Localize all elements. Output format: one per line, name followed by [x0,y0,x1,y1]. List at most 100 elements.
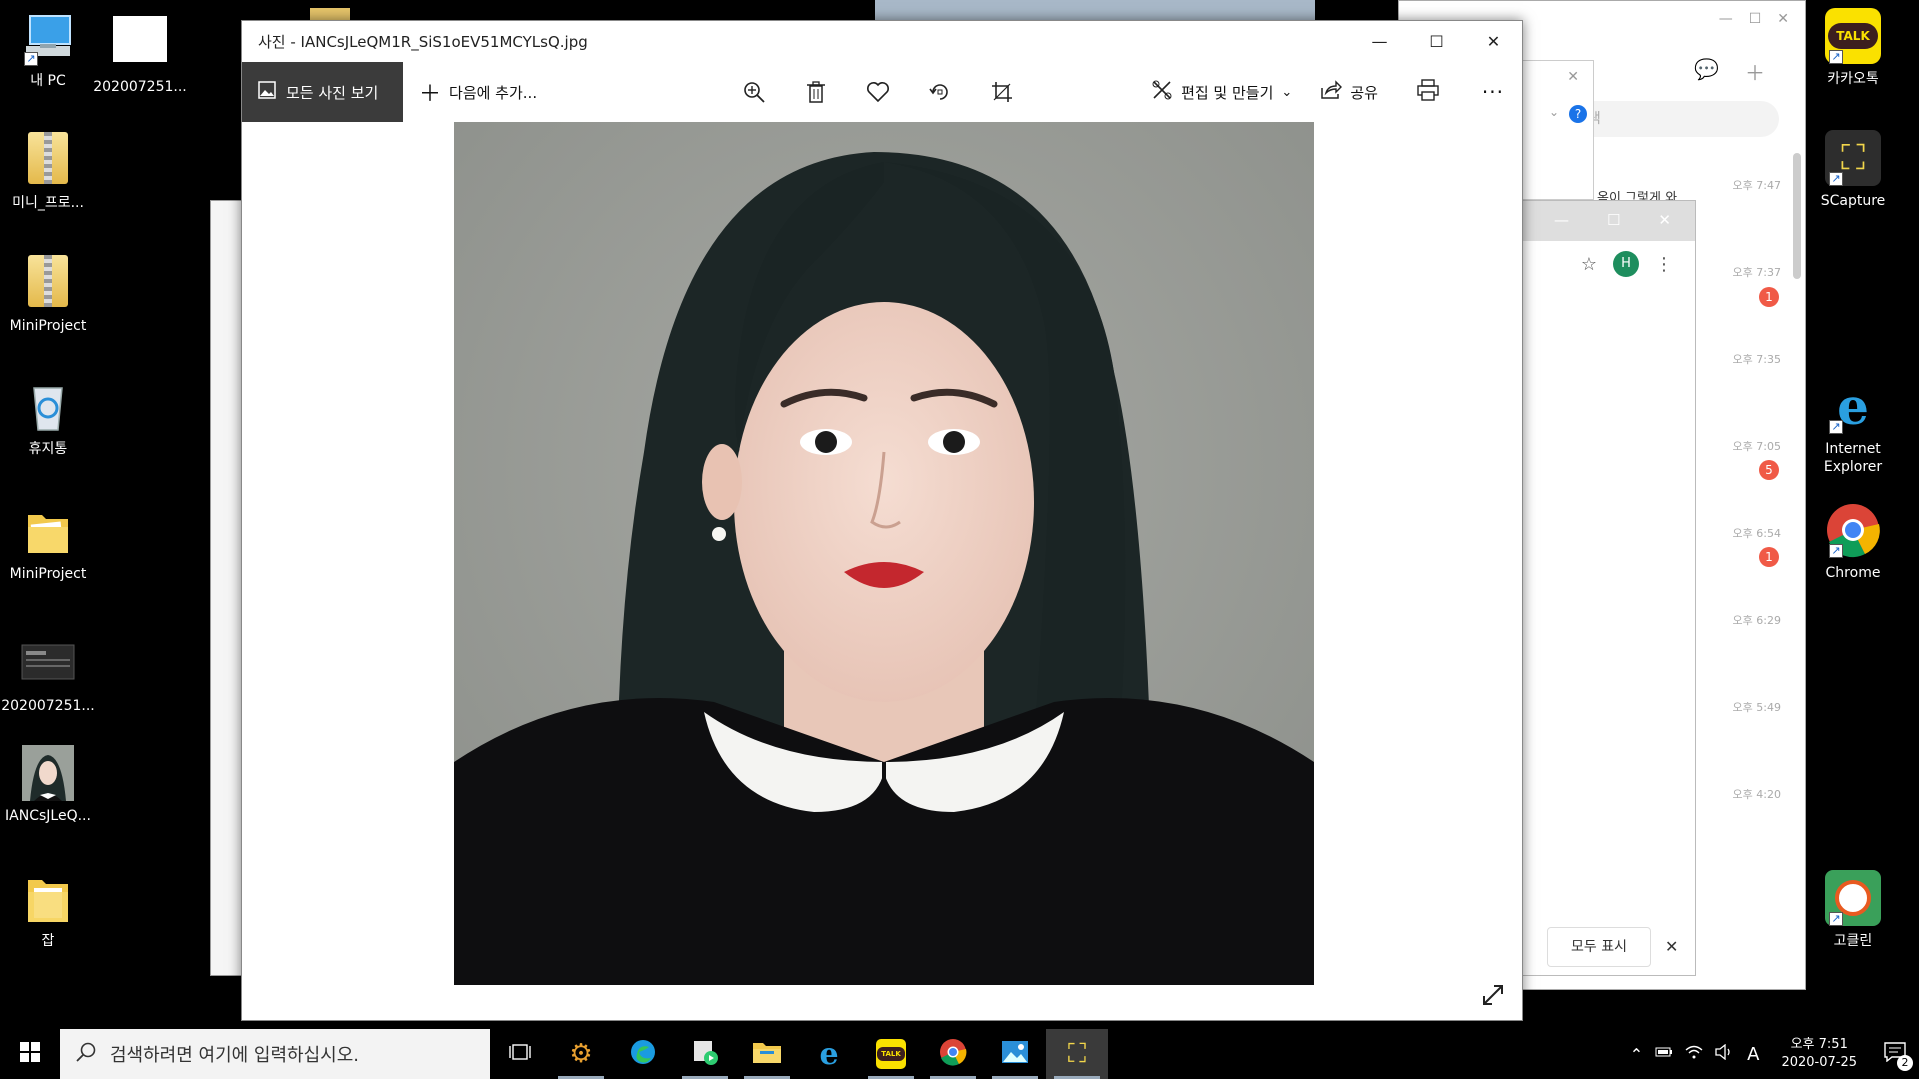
photos-titlebar[interactable]: 사진 - IANCsJLeQM1R_SiS1oEV51MCYLsQ.jpg — … [242,21,1522,62]
new-chat-icon[interactable]: ＋ [1745,57,1765,86]
taskbar-app-internet-explorer[interactable]: e [798,1029,860,1079]
taskbar-app-file-explorer[interactable] [736,1029,798,1079]
chat-time: 오후 7:35 [1732,353,1781,366]
add-to-button[interactable]: ＋ 다음에 추가... [403,76,537,108]
battery-icon[interactable] [1649,1046,1679,1062]
chevron-up-icon[interactable]: ⌃ [1624,1045,1649,1064]
ime-indicator[interactable]: A [1739,1044,1767,1065]
taskbar-app-media[interactable] [674,1029,736,1079]
volume-icon[interactable] [1709,1043,1739,1064]
unread-badge: 1 [1759,547,1779,567]
media-player-icon [691,1038,719,1070]
desktop-icon-mini-zip[interactable]: 미니_프로... [0,132,96,212]
photo-gallery-icon [258,81,276,103]
taskbar-app-chrome[interactable] [922,1029,984,1079]
notification-center-button[interactable]: 2 [1871,1029,1919,1079]
help-icon[interactable]: ? [1569,105,1587,123]
wifi-icon[interactable] [1679,1045,1709,1063]
photos-window[interactable]: 사진 - IANCsJLeQM1R_SiS1oEV51MCYLsQ.jpg — … [241,20,1523,1021]
desktop-icon-photo[interactable]: IANCsJLeQ... [0,745,96,825]
star-icon[interactable]: ☆ [1581,254,1597,275]
taskbar-search-box[interactable]: 검색하려면 여기에 입력하십시오. [60,1029,490,1079]
chat-bubble-icon[interactable]: 💬 [1694,57,1719,86]
clock-time: 오후 7:51 [1790,1037,1848,1052]
file-explorer-icon [752,1039,782,1069]
clock[interactable]: 오후 7:51 2020-07-25 [1767,1036,1871,1072]
maximize-icon: ☐ [1429,32,1444,51]
zip-folder-icon [20,132,76,188]
maximize-icon[interactable]: ☐ [1749,11,1762,27]
chrome-window[interactable]: — ☐ ✕ ☆ H ⋮ 모두 표시 ✕ [1520,200,1696,976]
close-icon[interactable]: ✕ [1567,69,1579,85]
kakaotalk-icon: TALK [876,1039,906,1069]
desktop-icon-chrome[interactable]: ↗ Chrome [1805,502,1901,582]
zoom-in-icon[interactable] [740,78,768,106]
delete-icon[interactable] [802,78,830,106]
crop-icon[interactable] [988,78,1016,106]
close-icon[interactable]: ✕ [1665,937,1678,956]
close-icon: ✕ [1486,32,1501,51]
start-button[interactable] [0,1029,60,1079]
desktop-icon-image-1[interactable]: 202007251... [92,16,188,96]
photo-viewer-area[interactable] [242,122,1522,1020]
profile-avatar[interactable]: H [1613,251,1639,277]
full-screen-expand-icon[interactable] [1478,980,1508,1010]
task-view-icon [509,1043,531,1065]
folder-icon [20,503,76,559]
desktop-icon-screenshot[interactable]: 202007251... [0,635,96,715]
desktop-icon-goclean[interactable]: ↗ 고클린 [1805,870,1901,950]
task-view-button[interactable] [490,1029,550,1079]
chrome-icon [939,1038,967,1070]
desktop-icon-kakaotalk[interactable]: TALK ↗ 카카오톡 [1805,8,1901,88]
scapture-icon: ⛶ ↗ [1825,130,1881,186]
chevron-down-icon[interactable]: ⌄ [1549,105,1559,119]
minimize-icon[interactable]: — [1554,211,1569,241]
chrome-menu-icon[interactable]: ⋮ [1655,254,1673,275]
all-photos-label: 모든 사진 보기 [286,83,379,102]
scapture-icon: ⛶ [1067,1038,1087,1069]
more-options-icon: ··· [1481,80,1504,104]
taskbar-app-kakaotalk[interactable]: TALK [860,1029,922,1079]
desktop-icon-recycle-bin[interactable]: 휴지통 [0,378,96,458]
desktop-icon-scapture[interactable]: ⛶ ↗ SCapture [1805,130,1901,210]
search-placeholder: 검색하려면 여기에 입력하십시오. [110,1045,360,1066]
maximize-icon[interactable]: ☐ [1607,211,1620,241]
more-options-button[interactable]: ··· [1464,80,1522,104]
minimize-button[interactable]: — [1351,21,1408,62]
desktop-icon-internet-explorer[interactable]: e ↗ Internet Explorer [1805,377,1901,476]
close-button[interactable]: ✕ [1465,21,1522,62]
download-show-all-button[interactable]: 모두 표시 [1547,927,1651,967]
unread-badge: 1 [1759,287,1779,307]
taskbar-app-edge[interactable] [612,1029,674,1079]
taskbar-app-photos[interactable] [984,1029,1046,1079]
desktop-icon-my-pc[interactable]: ↗ 내 PC [0,10,96,90]
share-icon [1320,80,1343,104]
edit-create-button[interactable]: 편집 및 만들기 ⌄ [1137,79,1306,105]
rotate-icon[interactable] [926,78,954,106]
taskbar-app-settings-tool[interactable]: ⚙ [550,1029,612,1079]
minimize-icon[interactable]: — [1719,11,1733,27]
kakao-scrollbar[interactable] [1793,153,1801,279]
desktop-icon-miniproject-zip[interactable]: MiniProject [0,255,96,335]
taskbar-app-scapture[interactable]: ⛶ [1046,1029,1108,1079]
chat-time: 오후 6:54 [1732,527,1781,540]
chrome-icon: ↗ [1825,502,1881,558]
all-photos-button[interactable]: 모든 사진 보기 [242,62,403,122]
maximize-button[interactable]: ☐ [1408,21,1465,62]
desktop: { "desktop_icons": [ {"label": "내 PC", "… [0,0,1919,1079]
photo-actions [740,62,1016,122]
clock-date: 2020-07-25 [1781,1055,1857,1070]
chat-time: 오후 4:20 [1732,788,1781,801]
share-button[interactable]: 공유 [1306,80,1392,104]
print-button[interactable] [1392,79,1464,105]
photos-toolbar: 모든 사진 보기 ＋ 다음에 추가... 편집 및 만들기 ⌄ 공유 ··· [242,62,1522,122]
desktop-icon-miniproject-folder[interactable]: MiniProject [0,503,96,583]
close-icon[interactable]: ✕ [1658,211,1671,241]
favorite-heart-icon[interactable] [864,78,892,106]
plus-icon: ＋ [419,82,442,107]
gear-tool-icon: ⚙ [569,1039,593,1069]
chat-time: 오후 7:05 [1732,440,1781,453]
desktop-icon-jab-folder[interactable]: 잡 [0,870,96,950]
close-icon[interactable]: ✕ [1777,11,1789,27]
system-tray: ⌃ A 오후 7:51 2020-07-25 2 [1624,1029,1919,1079]
